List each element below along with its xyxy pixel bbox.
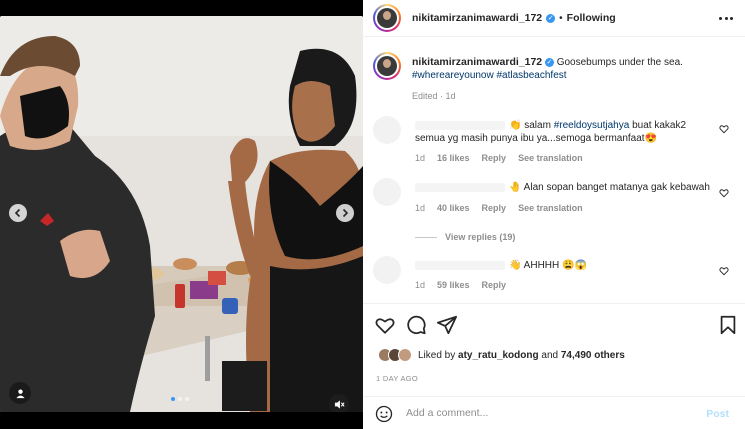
chevron-left-icon <box>14 208 21 218</box>
author-username[interactable]: nikitamirzanimawardi_172 <box>412 12 542 24</box>
carousel-dot <box>171 397 175 401</box>
post-photo <box>0 16 363 412</box>
reply-button[interactable]: Reply <box>482 280 507 290</box>
commenter-avatar[interactable] <box>373 116 401 144</box>
comment-likes[interactable]: 16 likes <box>437 153 470 163</box>
commenter-username-hidden[interactable] <box>415 120 505 130</box>
chevron-right-icon <box>342 208 349 218</box>
following-button[interactable]: Following <box>567 12 616 24</box>
like-comment-heart-icon[interactable] <box>719 124 729 134</box>
comment-mention[interactable]: #reeldoysutjahya <box>554 120 630 131</box>
more-options-button[interactable] <box>719 12 733 24</box>
instagram-post-modal: nikitamirzanimawardi_172 ✓ • Following n… <box>0 0 745 429</box>
post-timestamp: 1 DAY AGO <box>376 374 419 383</box>
emoji-icon[interactable] <box>375 405 393 423</box>
mute-button[interactable] <box>329 394 349 412</box>
comment-likes[interactable]: 59 likes <box>437 280 470 290</box>
likes-count[interactable]: 74,490 others <box>561 350 625 361</box>
caption-avatar[interactable] <box>373 52 401 80</box>
caption-edited-time: Edited · 1d <box>412 91 456 101</box>
likes-summary: Liked by aty_ratu_kodong and 74,490 othe… <box>378 348 625 362</box>
tagged-users-button[interactable] <box>9 382 31 404</box>
post-media[interactable] <box>0 16 363 412</box>
see-translation-button[interactable]: See translation <box>518 153 583 163</box>
like-comment-heart-icon[interactable] <box>719 188 729 198</box>
share-paper-plane-icon[interactable] <box>436 314 458 336</box>
carousel-dot <box>185 397 189 401</box>
comment-bubble-icon[interactable] <box>405 314 427 336</box>
caption-hashtags[interactable]: #whereareyounow #atlasbeachfest <box>412 70 567 81</box>
see-translation-button[interactable]: See translation <box>518 203 583 213</box>
previous-media-button[interactable] <box>9 204 27 222</box>
comment-text: 👋 AHHHH 😩😱 <box>509 260 587 271</box>
view-replies-button[interactable]: View replies (19) <box>415 232 515 242</box>
liker-username[interactable]: aty_ratu_kodong <box>458 350 539 361</box>
comment-time: 1d <box>415 203 426 213</box>
commenter-avatar[interactable] <box>373 256 401 284</box>
comment-likes[interactable]: 40 likes <box>437 203 470 213</box>
carousel-dot <box>178 397 182 401</box>
save-bookmark-icon[interactable] <box>717 314 739 336</box>
caption-username[interactable]: nikitamirzanimawardi_172 <box>412 56 542 68</box>
carousel-indicator <box>171 397 189 401</box>
commenter-avatar[interactable] <box>373 178 401 206</box>
post-actions: Liked by aty_ratu_kodong and 74,490 othe… <box>363 303 745 396</box>
commenter-username-hidden[interactable] <box>415 182 505 192</box>
like-heart-icon[interactable] <box>374 314 396 336</box>
commenter-username-hidden[interactable] <box>415 260 505 270</box>
reply-button[interactable]: Reply <box>482 203 507 213</box>
like-comment-heart-icon[interactable] <box>719 266 729 276</box>
comment-text: 👏 salam <box>509 120 554 131</box>
comment-text: 🤚 Alan sopan banget matanya gak kebawah <box>509 182 710 193</box>
caption-text: Goosebumps under the sea. <box>556 57 683 68</box>
user-tag-icon <box>15 388 25 398</box>
post-comment-button[interactable]: Post <box>706 408 729 420</box>
post-sidebar: nikitamirzanimawardi_172 ✓ • Following n… <box>363 0 745 429</box>
author-avatar[interactable] <box>373 4 401 32</box>
more-dots-icon <box>719 16 722 20</box>
speaker-muted-icon <box>334 399 345 409</box>
add-comment-bar: Post <box>363 396 745 429</box>
comment-time: 1d <box>415 280 426 290</box>
verified-badge-icon: ✓ <box>546 13 556 23</box>
next-media-button[interactable] <box>336 204 354 222</box>
post-header: nikitamirzanimawardi_172 ✓ • Following <box>363 0 745 37</box>
comment-time: 1d <box>415 153 426 163</box>
verified-badge-icon: ✓ <box>544 57 554 67</box>
liker-avatars[interactable] <box>378 348 412 362</box>
comment-input[interactable] <box>406 405 686 421</box>
reply-button[interactable]: Reply <box>482 153 507 163</box>
